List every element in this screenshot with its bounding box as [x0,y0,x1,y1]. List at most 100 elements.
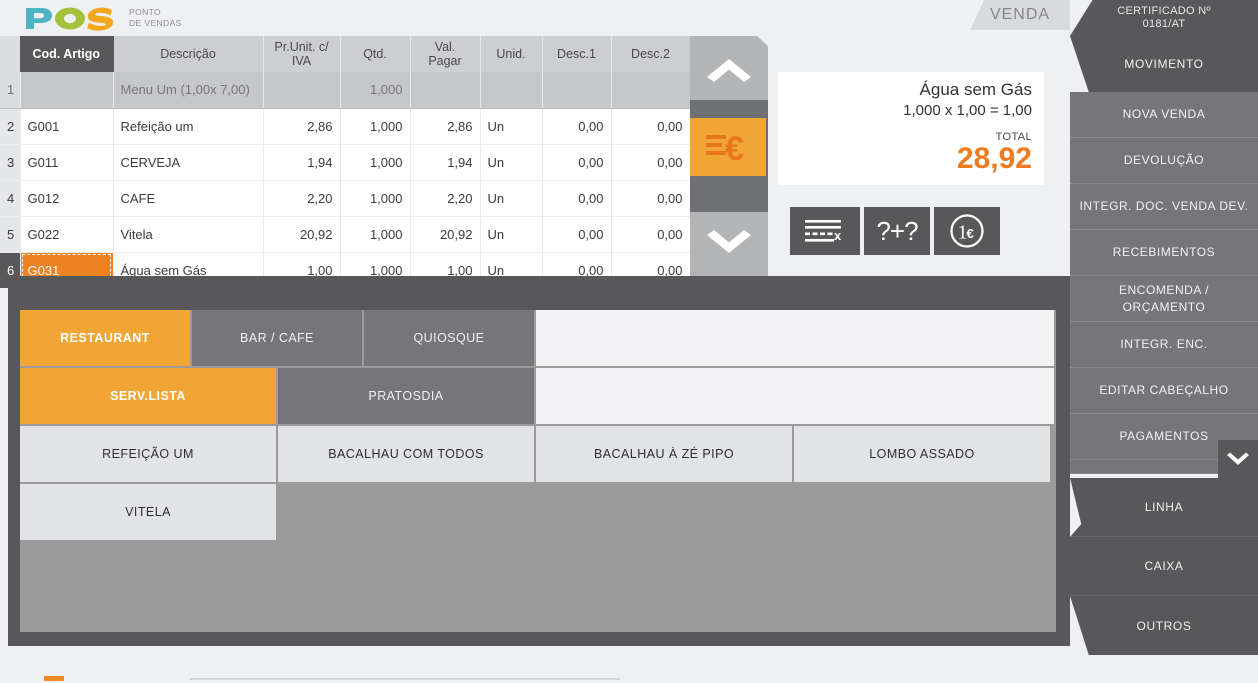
cell-val-pagar[interactable]: 1,94 [410,144,481,181]
cell-desc1[interactable]: 0,00 [542,144,612,181]
cell-descricao[interactable]: CERVEJA [113,144,264,181]
col-header-desc2[interactable]: Desc.2 [611,36,691,72]
cell-qtd[interactable]: 1,000 [340,72,411,109]
cell-desc1[interactable]: 0,00 [542,180,612,217]
table-row[interactable]: 4 G012 CAFE 2,20 1,000 2,20 Un 0,00 0,00 [0,180,691,217]
product-button-vitela[interactable]: VITELA [20,484,278,542]
col-header-unid[interactable]: Unid. [480,36,543,72]
col-header-qtd[interactable]: Qtd. [340,36,411,72]
category-button-quiosque[interactable]: QUIOSQUE [364,310,536,368]
brand-subtitle-line2: DE VENDAS [129,18,182,28]
table-row[interactable]: 2 G001 Refeição um 2,86 1,000 2,86 Un 0,00 0,00 [0,108,691,145]
category-button-restaurant[interactable]: RESTAURANT [20,310,192,368]
cell-desc1[interactable] [542,72,612,109]
one-euro-button[interactable]: 1 € [934,207,1000,255]
sidebar-item-devolu-o[interactable]: DEVOLUÇÃO [1070,138,1258,184]
subcategory-row-filler[interactable] [536,368,1056,426]
right-sidebar: VENDA CERTIFICADO Nº 0181/AT MOVIMENTO N… [970,0,1258,683]
sidebar-item-label: DEVOLUÇÃO [1123,153,1205,168]
cell-cod-artigo[interactable]: G001 [20,108,114,145]
cell-desc2[interactable] [611,72,691,109]
subcategory-button-serv-lista[interactable]: SERV.LISTA [20,368,278,426]
cell-cod-artigo[interactable]: G011 [20,144,114,181]
cell-descricao[interactable]: Menu Um (1,00x 7,00) [113,72,264,109]
cell-desc1[interactable]: 0,00 [542,108,612,145]
cell-desc2[interactable]: 0,00 [611,144,691,181]
sidebar-item-label: ENCOMENDA / ORÇAMENTO [1118,283,1210,314]
product-button-bacalhau-com-todos[interactable]: BACALHAU COM TODOS [278,426,536,484]
cell-unid[interactable]: Un [480,216,543,253]
product-row-2: VITELA [20,484,1056,542]
sidebar-item-encomenda-or-amento[interactable]: ENCOMENDA / ORÇAMENTO [1070,276,1258,322]
col-header-descricao[interactable]: Descrição [113,36,264,72]
product-button-bacalhau-z-pipo[interactable]: BACALHAU À ZÉ PIPO [536,426,794,484]
category-button-restaurant-label: RESTAURANT [60,331,150,345]
scroll-up-button[interactable] [690,36,768,100]
cell-preco-unit[interactable] [263,72,341,109]
cell-desc2[interactable]: 0,00 [611,180,691,217]
cell-qtd[interactable]: 1,000 [340,144,411,181]
sidebar-item-editar-cabe-alho[interactable]: EDITAR CABEÇALHO [1070,368,1258,414]
col-header-preco-unit[interactable]: Pr.Unit. c/ IVA [263,36,341,72]
euro-price-button[interactable]: € [690,118,766,176]
sidebar-item-movimento[interactable]: MOVIMENTO [1070,36,1258,92]
sidebar-scroll-down-button[interactable] [1218,440,1258,480]
cell-preco-unit[interactable]: 2,86 [263,108,341,145]
items-table: Cod. Artigo Descrição Pr.Unit. c/ IVA Qt… [0,36,691,289]
cell-unid[interactable]: Un [480,180,543,217]
sidebar-bottom-group: LINHA CAIXA OUTROS [1070,478,1258,655]
table-scroll-strip: € [690,36,768,276]
cell-preco-unit[interactable]: 2,20 [263,180,341,217]
product-button-refei-o-um[interactable]: REFEIÇÃO UM [20,426,278,484]
cell-val-pagar[interactable]: 20,92 [410,216,481,253]
sidebar-menu-list: NOVA VENDA DEVOLUÇÃO INTEGR. DOC. VENDA DE… [1070,92,1258,474]
category-button-bar-cafe[interactable]: BAR / CAFE [192,310,364,368]
cell-qtd[interactable]: 1,000 [340,108,411,145]
cell-descricao[interactable]: Refeição um [113,108,264,145]
cell-cod-artigo[interactable]: G022 [20,216,114,253]
euro-lines-icon: € [706,130,744,166]
col-header-preco-line2: IVA [291,54,312,68]
cell-desc1[interactable]: 0,00 [542,216,612,253]
col-header-cod-artigo[interactable]: Cod. Artigo [20,36,114,72]
category-row-filler[interactable] [536,310,1056,368]
bottom-orange-indicator [44,676,64,681]
subcategory-button-pratosdia[interactable]: PRATOSDIA [278,368,536,426]
sidebar-bottom-item-linha[interactable]: LINHA [1070,478,1258,537]
sum-question-button[interactable]: ?+? [864,207,930,255]
product-button-lombo-assado[interactable]: LOMBO ASSADO [794,426,1052,484]
cell-cod-artigo[interactable] [20,72,114,109]
venda-tab[interactable]: VENDA [970,0,1070,30]
cell-unid[interactable] [480,72,543,109]
table-row[interactable]: 5 G022 Vitela 20,92 1,000 20,92 Un 0,00 0,00 [0,216,691,253]
cell-desc2[interactable]: 0,00 [611,216,691,253]
cell-val-pagar[interactable]: 2,86 [410,108,481,145]
cell-unid[interactable]: Un [480,108,543,145]
sidebar-bottom-item-outros[interactable]: OUTROS [1070,596,1258,655]
cell-cod-artigo[interactable]: G012 [20,180,114,217]
cell-unid[interactable]: Un [480,144,543,181]
sidebar-item-integr-doc-venda-dev[interactable]: INTEGR. DOC. VENDA DEV. [1070,184,1258,230]
cell-descricao[interactable]: Vitela [113,216,264,253]
col-header-val-pagar[interactable]: Val. Pagar [410,36,481,72]
delete-line-button[interactable]: x [790,207,860,255]
cell-desc2[interactable]: 0,00 [611,108,691,145]
scroll-down-button[interactable] [690,212,768,276]
cell-preco-unit[interactable]: 20,92 [263,216,341,253]
cell-preco-unit[interactable]: 1,94 [263,144,341,181]
cell-descricao[interactable]: CAFE [113,180,264,217]
sidebar-item-integr-enc[interactable]: INTEGR. ENC. [1070,322,1258,368]
cell-val-pagar[interactable]: 2,20 [410,180,481,217]
table-row[interactable]: 1 Menu Um (1,00x 7,00) 1,000 [0,72,691,109]
table-row[interactable]: 3 G011 CERVEJA 1,94 1,000 1,94 Un 0,00 0,00 [0,144,691,181]
col-header-desc1[interactable]: Desc.1 [542,36,612,72]
cell-qtd[interactable]: 1,000 [340,180,411,217]
sidebar-item-recebimentos[interactable]: RECEBIMENTOS [1070,230,1258,276]
brand-subtitle: PONTO DE VENDAS [129,7,182,28]
chevron-down-icon [1227,452,1249,465]
sidebar-item-nova-venda[interactable]: NOVA VENDA [1070,92,1258,138]
chevron-down-icon [707,230,751,253]
cell-qtd[interactable]: 1,000 [340,216,411,253]
sidebar-bottom-item-caixa[interactable]: CAIXA [1070,537,1258,596]
cell-val-pagar[interactable] [410,72,481,109]
